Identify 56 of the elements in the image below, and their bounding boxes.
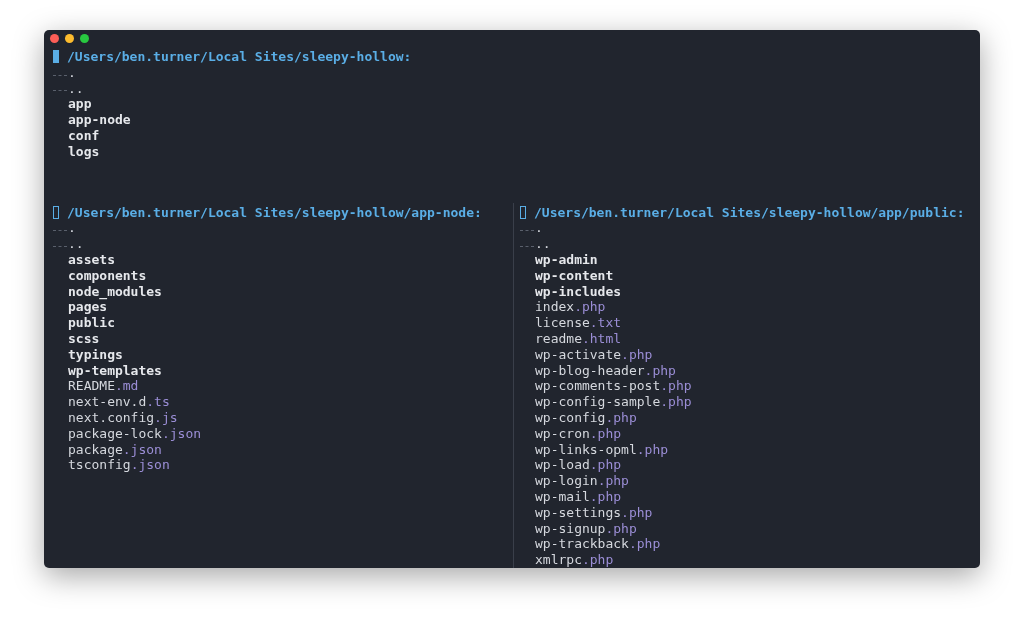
directory-path: /Users/ben.turner/Local Sites/sleepy-hollow/app/public: [534,204,965,221]
file-entry: wp-load.php [535,457,622,474]
file-entry: license.txt [535,315,622,332]
file-entry: wp-settings.php [535,504,653,521]
directory-entry: .. [68,236,84,253]
directory-entry: wp-admin [535,252,598,268]
file-entry: readme.html [535,331,622,347]
file-entry: wp-links-opml.php [535,441,669,458]
leader-line [520,230,534,232]
leader-line [520,246,534,248]
file-entry: package-lock.json [68,425,202,442]
directory-entry: . [68,64,76,81]
file-entry: wp-trackback.php [535,536,661,553]
directory-entry: scss [68,331,100,347]
directory-entry: public [68,315,115,332]
leader-line [53,230,67,232]
directory-entry: components [68,267,147,284]
directory-entry: .. [68,80,84,97]
file-entry: wp-signup.php [535,520,637,537]
directory-entry: . [68,220,76,237]
file-entry: wp-config.php [535,410,637,426]
file-entry: tsconfig.json [68,457,170,474]
file-entry: next-env.d.ts [68,394,170,411]
file-entry: xmlrpc.php [535,552,614,568]
file-entry: wp-cron.php [535,425,622,442]
directory-entry: .. [535,236,551,253]
directory-entry: conf [68,127,100,144]
directory-entry: wp-templates [68,362,162,379]
leader-line [53,90,67,92]
leader-line [53,74,67,76]
file-entry: README.md [68,378,139,395]
file-entry: wp-config-sample.php [535,394,692,411]
file-entry: package.json [68,441,162,458]
zoom-button[interactable] [80,34,89,44]
directory-entry: wp-includes [535,283,622,300]
directory-entry: app [68,96,92,113]
directory-entry: app-node [68,112,131,128]
directory-entry: assets [68,252,115,268]
directory-entry: logs [68,143,100,160]
minimize-button[interactable] [65,34,74,44]
directory-entry: . [535,220,543,237]
directory-entry: pages [68,299,108,316]
file-entry: wp-mail.php [535,489,622,505]
file-entry: wp-login.php [535,473,629,489]
file-entry: wp-activate.php [535,346,653,363]
file-entry: wp-blog-header.php [535,362,676,379]
file-entry: next.config.js [68,410,178,426]
file-entry: index.php [535,299,606,316]
directory-path: /Users/ben.turner/Local Sites/sleepy-hollow: [67,48,412,65]
directory-path: /Users/ben.turner/Local Sites/sleepy-hollow/app-node: [67,204,482,221]
directory-entry: typings [68,346,123,363]
file-entry: wp-comments-post.php [535,378,692,395]
leader-line [53,246,67,248]
directory-entry: node_modules [68,283,162,300]
directory-entry: wp-content [535,267,614,284]
close-button[interactable] [50,34,59,44]
